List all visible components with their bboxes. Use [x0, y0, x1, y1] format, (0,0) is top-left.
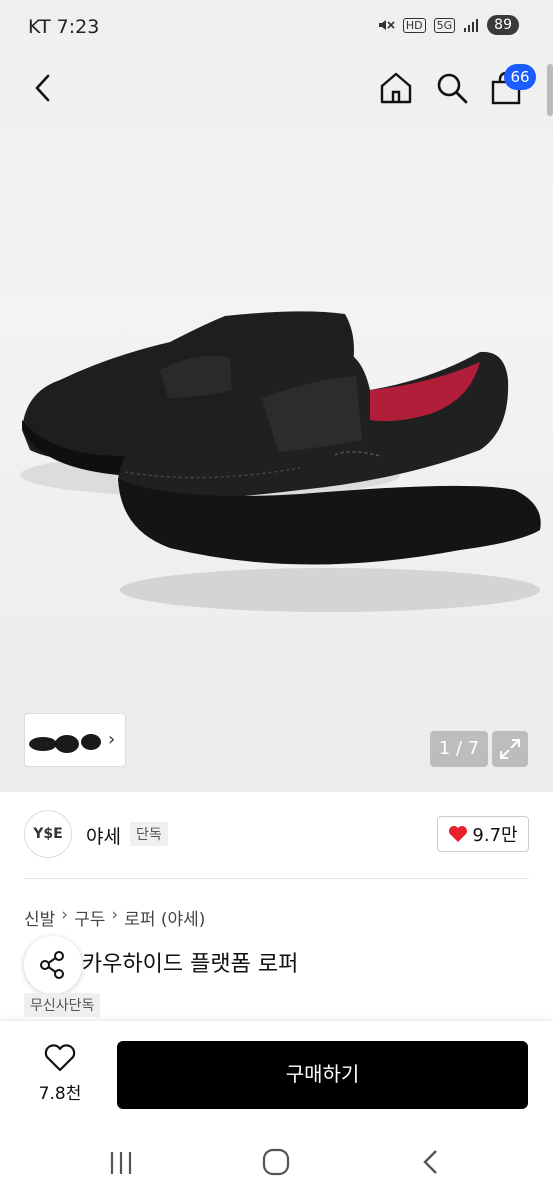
- brand-row[interactable]: Y$E 야세 단독 9.7만: [24, 810, 529, 858]
- expand-icon[interactable]: [492, 731, 528, 767]
- brand-like-count: 9.7만: [472, 825, 518, 846]
- status-time: KT 7:23: [28, 16, 100, 38]
- chevron-right-icon[interactable]: ›: [108, 729, 115, 750]
- product-photo: [20, 311, 541, 612]
- breadcrumb: 신발 › 구두 › 로퍼 (야세): [24, 905, 205, 930]
- share-button[interactable]: [24, 936, 82, 994]
- buy-button[interactable]: 구매하기: [117, 1041, 528, 1109]
- wishlist-button[interactable]: 7.8천: [28, 1043, 92, 1107]
- scroll-indicator: [547, 64, 553, 116]
- brand-exclusive-tag: 단독: [130, 822, 168, 846]
- purchase-bar: 7.8천 구매하기: [0, 1020, 553, 1130]
- breadcrumb-item[interactable]: 로퍼 (야세): [124, 905, 205, 930]
- wishlist-count: 7.8천: [38, 1084, 82, 1104]
- top-nav: 66: [0, 56, 553, 120]
- brand-like-button[interactable]: 9.7만: [437, 816, 529, 852]
- gallery-page-indicator: 1 / 7: [430, 731, 488, 767]
- product-image-gallery[interactable]: KT 7:23 HD 5G 89 66 › 1 / 7: [0, 0, 553, 792]
- mute-icon: [378, 20, 395, 30]
- nav-recent-icon[interactable]: [108, 1150, 134, 1176]
- product-page: KT 7:23 HD 5G 89 66 › 1 / 7 Y$E 야세 단독 9.…: [0, 0, 553, 1200]
- share-icon: [40, 951, 64, 979]
- network-indicator: 5G: [433, 17, 456, 33]
- system-nav-bar: [0, 1130, 553, 1200]
- hd-indicator: HD: [402, 17, 426, 33]
- status-bar: KT 7:23 HD 5G 89: [0, 0, 553, 56]
- home-icon[interactable]: [378, 70, 414, 106]
- nav-home-icon[interactable]: [262, 1148, 290, 1176]
- status-icons: HD 5G 89: [377, 15, 519, 35]
- brand-name[interactable]: 야세: [86, 822, 121, 849]
- heart-icon: [44, 1044, 76, 1072]
- back-icon[interactable]: [28, 70, 58, 106]
- battery-indicator: 89: [487, 15, 519, 35]
- search-icon[interactable]: [434, 70, 470, 106]
- heart-icon: [449, 826, 468, 842]
- breadcrumb-item[interactable]: 구두: [74, 905, 105, 930]
- signal-icon: [464, 19, 479, 32]
- cart-count-badge: 66: [504, 64, 536, 90]
- breadcrumb-item[interactable]: 신발: [24, 905, 55, 930]
- nav-back-icon[interactable]: [420, 1148, 442, 1176]
- divider: [24, 878, 529, 879]
- product-exclusive-badge: 무신사단독: [24, 993, 101, 1017]
- chevron-right-icon: ›: [111, 905, 119, 925]
- brand-logo[interactable]: Y$E: [24, 810, 72, 858]
- chevron-right-icon: ›: [61, 905, 69, 925]
